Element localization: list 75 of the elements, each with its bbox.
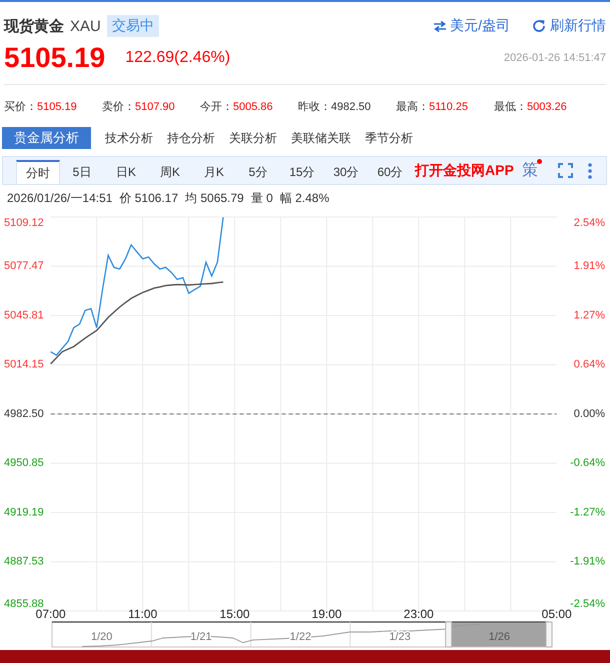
percent-axis-label: -1.91%	[570, 556, 605, 568]
instrument-title: 现货黄金	[4, 16, 64, 36]
price-change: 122.69(2.46%)	[125, 49, 230, 67]
current-price: 5105.19	[4, 42, 106, 74]
quote-timestamp: 2026-01-26 14:51:47	[504, 52, 606, 64]
analysis-tab[interactable]: 技术分析	[99, 127, 159, 149]
stat-label: 最高：	[396, 100, 429, 112]
swap-arrows-icon	[434, 20, 446, 32]
info-time: 2026/01/26/一14:51	[7, 190, 112, 206]
info-reading: 价 5106.17	[119, 190, 178, 206]
y-axis-label: 5014.15	[4, 358, 44, 371]
percent-axis-label: 0.00%	[574, 408, 605, 420]
x-axis-label: 07:00	[36, 607, 66, 620]
y-axis-label: 5077.47	[4, 260, 44, 272]
percent-axis-label: 2.54%	[574, 216, 605, 229]
percent-axis-label: 0.64%	[574, 358, 605, 371]
period-tab[interactable]: 30分	[324, 160, 368, 184]
fullscreen-icon[interactable]	[558, 163, 573, 178]
stat-value: 5105.19	[37, 100, 77, 112]
percent-axis-label: -0.64%	[570, 457, 605, 470]
analysis-tab[interactable]: 季节分析	[359, 127, 419, 149]
percent-axis-label: -1.27%	[570, 506, 605, 518]
period-tab[interactable]: 5日	[60, 160, 104, 184]
stat-label: 昨收：	[298, 100, 331, 112]
unit-switch-button[interactable]: 美元/盎司	[434, 17, 510, 35]
info-reading: 均 5065.79	[185, 190, 244, 206]
y-axis-label: 5045.81	[4, 309, 44, 322]
period-tab[interactable]: 月K	[192, 160, 236, 184]
range-handle[interactable]	[546, 622, 552, 648]
stat-value: 4982.50	[331, 100, 371, 112]
y-axis-label: 4855.88	[4, 598, 44, 610]
range-handle[interactable]	[445, 622, 452, 648]
x-axis-label: 23:00	[404, 607, 434, 620]
period-tab[interactable]: 日K	[104, 160, 148, 184]
trading-status-badge: 交易中	[106, 15, 159, 37]
open-app-link[interactable]: 打开金投网APP	[415, 162, 514, 180]
y-axis-label: 4887.53	[4, 556, 44, 568]
analysis-tab[interactable]: 贵金属分析	[2, 127, 91, 149]
stat-label: 最低：	[494, 100, 527, 112]
instrument-symbol: XAU	[70, 18, 101, 34]
stat-label: 卖价：	[102, 100, 135, 112]
percent-axis-label: -2.54%	[570, 598, 605, 610]
refresh-button[interactable]: 刷新行情	[532, 17, 606, 35]
more-menu-icon[interactable]	[588, 162, 592, 178]
percent-axis-label: 1.27%	[574, 309, 605, 322]
period-tab[interactable]: 分时	[16, 160, 60, 184]
percent-axis-label: 1.91%	[574, 260, 605, 272]
stat-value: 5003.26	[527, 100, 567, 112]
period-tab[interactable]: 5分	[236, 160, 280, 184]
x-axis-label: 05:00	[542, 607, 572, 620]
navigator-day-label[interactable]: 1/20	[91, 631, 112, 643]
stat-label: 今开：	[200, 100, 233, 112]
refresh-icon	[532, 19, 546, 33]
x-axis-label: 19:00	[312, 607, 342, 620]
analysis-tab[interactable]: 持仓分析	[161, 127, 221, 149]
info-reading: 幅 2.48%	[280, 190, 330, 206]
period-tab[interactable]: 15分	[280, 160, 324, 184]
stat-value: 5107.90	[135, 100, 175, 112]
y-axis-label: 4919.19	[4, 506, 44, 518]
strategy-button[interactable]: 策	[522, 160, 542, 181]
period-tab[interactable]: 60分	[368, 160, 412, 184]
stat-value: 5005.86	[233, 100, 273, 112]
y-axis-label: 4950.85	[4, 457, 44, 470]
y-axis-label: 4982.50	[4, 408, 44, 420]
navigator-day-label[interactable]: 1/23	[389, 631, 411, 643]
stat-value: 5110.25	[429, 100, 468, 112]
x-axis-label: 15:00	[220, 607, 250, 620]
y-axis-label: 5109.12	[4, 216, 44, 229]
stat-label: 买价：	[4, 100, 37, 112]
x-axis-label: 11:00	[128, 607, 158, 620]
analysis-tab[interactable]: 关联分析	[223, 127, 283, 149]
analysis-tab[interactable]: 美联储关联	[285, 127, 357, 149]
period-tab[interactable]: 周K	[148, 160, 192, 184]
selected-range[interactable]	[450, 622, 548, 646]
info-reading: 量 0	[250, 190, 273, 206]
